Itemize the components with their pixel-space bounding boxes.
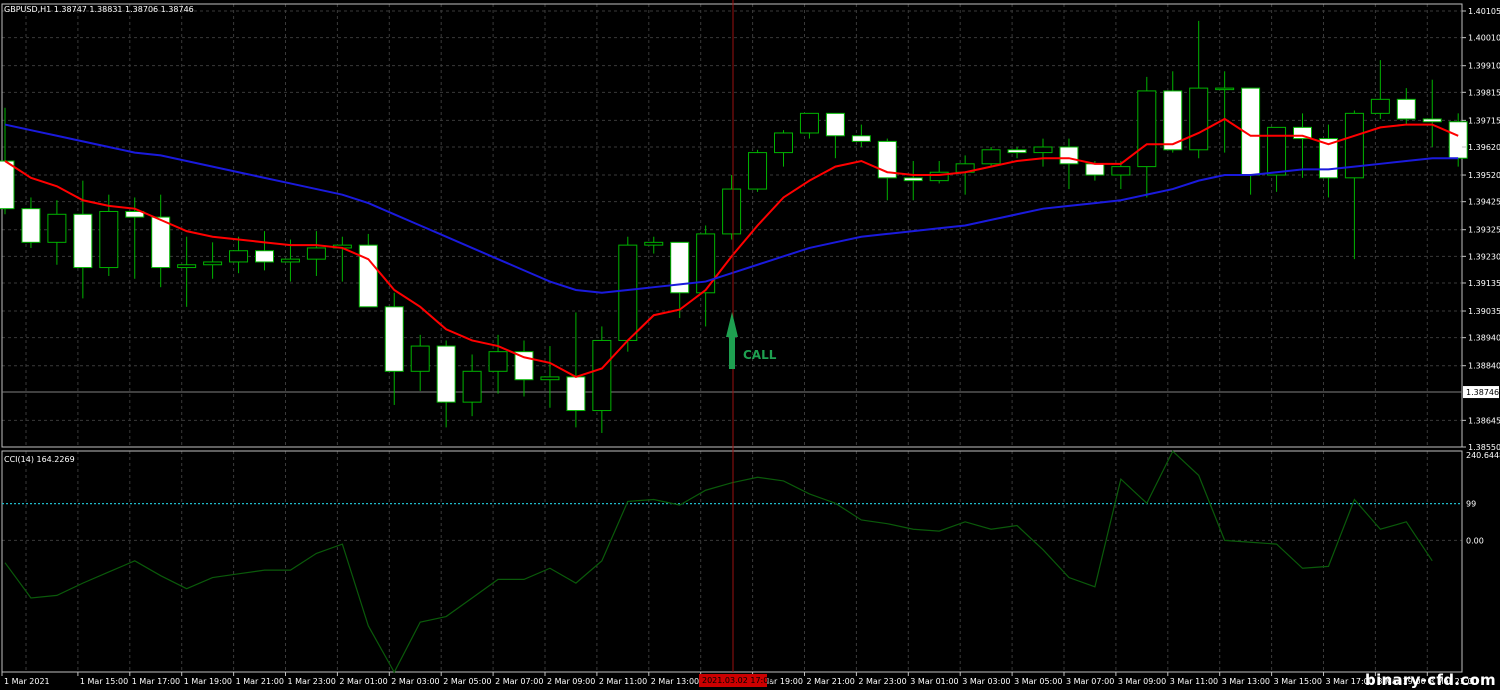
candle-body — [825, 112, 845, 137]
time-tick-label: 3 Mar 13:00 — [1222, 677, 1270, 686]
time-tick-label: 3 Mar 07:00 — [1066, 677, 1114, 686]
time-tick-label: 3 Mar 09:00 — [1118, 677, 1166, 686]
candle-body — [358, 244, 378, 308]
candle-body — [1267, 126, 1287, 176]
price-tick-label: 1.39035 — [1468, 307, 1500, 316]
candle-body — [1007, 149, 1027, 154]
candle-body — [1137, 90, 1157, 168]
price-tick-label: 1.38840 — [1468, 362, 1500, 371]
time-tick-label: 2 Mar 05:00 — [443, 677, 491, 686]
price-tick-label: 1.38940 — [1468, 334, 1500, 343]
time-tick-label: 3 Mar 15:00 — [1274, 677, 1322, 686]
call-label: CALL — [743, 348, 777, 362]
time-tick-label: 1 Mar 21:00 — [236, 677, 284, 686]
candle-body — [799, 112, 819, 134]
candle-body — [722, 188, 742, 235]
current-price-label: 1.38746 — [1466, 388, 1499, 397]
candle-body — [255, 250, 274, 263]
candle-body — [618, 244, 638, 341]
candle-body — [0, 160, 15, 210]
price-tick-label: 1.39715 — [1468, 116, 1500, 125]
candle-body — [280, 258, 300, 263]
time-tick-label: 2 Mar 11:00 — [599, 677, 647, 686]
candle-body — [203, 261, 223, 266]
candle-body — [1059, 146, 1079, 165]
price-tick-label: 1.39425 — [1468, 198, 1500, 207]
time-tick-label: 1 Mar 19:00 — [184, 677, 232, 686]
indicator-info: CCI(14) 164.2269 — [4, 455, 75, 464]
candle-body — [566, 376, 586, 412]
cci-tick-label: 240.6448 — [1466, 451, 1500, 460]
candle-body — [73, 213, 93, 269]
time-tick-label: 3 Mar 11:00 — [1170, 677, 1218, 686]
cci-tick-label: 99 — [1466, 500, 1476, 509]
candle-body — [540, 376, 560, 381]
price-tick-label: 1.39230 — [1468, 252, 1500, 261]
watermark: binary-cfd.com — [1365, 671, 1496, 689]
candle-body — [1448, 121, 1468, 159]
candle-body — [488, 351, 508, 372]
cci-tick-label: 0.00 — [1466, 536, 1484, 545]
candle-body — [462, 370, 482, 403]
candle-body — [21, 208, 41, 243]
candle-body — [99, 210, 119, 269]
candle-body — [514, 351, 534, 381]
candle-body — [1085, 163, 1105, 176]
time-tick-label: 2 Mar 07:00 — [495, 677, 543, 686]
cursor-time-label: 2021.03.02 17:00 — [702, 676, 773, 685]
candle-body — [1189, 87, 1209, 151]
candle-body — [306, 247, 326, 260]
price-tick-label: 1.39325 — [1468, 226, 1500, 235]
time-tick-label: 2 Mar 13:00 — [651, 677, 699, 686]
time-tick-label: 1 Mar 23:00 — [288, 677, 336, 686]
candle-body — [151, 216, 171, 269]
price-tick-label: 1.38645 — [1468, 416, 1500, 425]
candle-body — [47, 213, 67, 243]
time-tick-label: 2 Mar 03:00 — [391, 677, 439, 686]
trading-chart[interactable]: 1.40105 1.40010 1.39910 1.39815 1.39715 1.396… — [0, 0, 1500, 690]
candle-body — [410, 345, 430, 372]
candle-body — [696, 233, 716, 294]
candle-body — [1422, 118, 1442, 123]
candle-body — [748, 152, 768, 190]
price-tick-label: 1.39620 — [1468, 143, 1500, 152]
candle-body — [177, 264, 197, 269]
time-tick-label: 2 Mar 01:00 — [339, 677, 387, 686]
time-tick-label: 2 Mar 09:00 — [547, 677, 595, 686]
candle-body — [981, 149, 1001, 165]
time-tick-label: 1 Mar 15:00 — [80, 677, 128, 686]
candle-body — [644, 241, 664, 246]
candle-body — [384, 306, 404, 372]
candle-body — [1033, 146, 1053, 154]
candle-body — [1396, 98, 1416, 120]
candle-body — [592, 339, 612, 412]
price-tick-label: 1.39910 — [1468, 62, 1500, 71]
candle-body — [774, 132, 793, 154]
price-tick-label: 1.40105 — [1468, 7, 1500, 16]
candle-body — [1215, 87, 1235, 91]
price-tick-label: 1.39135 — [1468, 279, 1500, 288]
candle-body — [1370, 98, 1390, 114]
price-tick-label: 1.40010 — [1468, 34, 1500, 43]
time-tick-label: 3 Mar 05:00 — [1014, 677, 1062, 686]
candle-body — [903, 177, 923, 182]
price-tick-label: 1.39815 — [1468, 88, 1500, 97]
candle-body — [1111, 166, 1131, 176]
candle-body — [229, 250, 249, 263]
time-tick-label: 1 Mar 17:00 — [132, 677, 180, 686]
symbol-info: GBPUSD,H1 1.38747 1.38831 1.38706 1.3874… — [4, 5, 194, 14]
price-tick-label: 1.39520 — [1468, 171, 1500, 180]
time-tick-label: 2 Mar 21:00 — [807, 677, 855, 686]
time-tick-label: 1 Mar 2021 — [4, 677, 50, 686]
time-tick-label: 3 Mar 01:00 — [910, 677, 958, 686]
candle-body — [436, 345, 456, 403]
candle-body — [851, 135, 871, 142]
time-tick-label: 2 Mar 23:00 — [858, 677, 906, 686]
time-tick-label: 3 Mar 03:00 — [962, 677, 1010, 686]
